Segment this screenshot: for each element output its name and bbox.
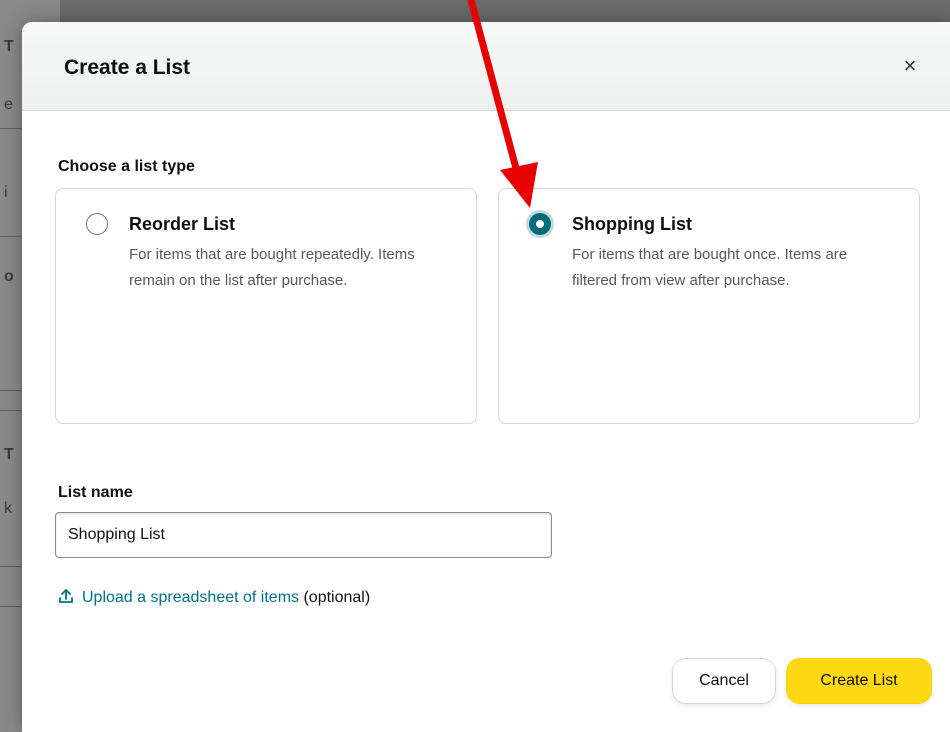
background-divider	[0, 128, 24, 129]
background-text-fragment: T	[4, 38, 14, 55]
reorder-list-description: For items that are bought repeatedly. It…	[129, 246, 415, 289]
upload-icon[interactable]	[58, 588, 74, 604]
shopping-list-description: For items that are bought once. Items ar…	[572, 246, 848, 289]
background-divider	[0, 566, 24, 567]
background-text-fragment: e	[4, 96, 13, 113]
dialog-title: Create a List	[64, 56, 191, 79]
background-text-fragment: o	[4, 268, 14, 285]
background-divider	[0, 606, 24, 607]
background-text-fragment: T	[4, 446, 14, 463]
list-type-label: Choose a list type	[58, 158, 195, 175]
upload-row: Upload a spreadsheet of items (optional)	[58, 588, 370, 607]
background-divider	[0, 390, 24, 391]
list-name-label: List name	[58, 484, 133, 501]
background-text-fragment: k	[4, 500, 12, 517]
create-list-button[interactable]: Create List	[786, 658, 932, 704]
create-list-dialog: Create a List × Choose a list type Reord…	[22, 22, 950, 732]
upload-spreadsheet-link[interactable]: Upload a spreadsheet of items	[82, 589, 299, 606]
shopping-list-radio[interactable]	[529, 213, 551, 235]
dialog-header: Create a List ×	[22, 22, 950, 111]
list-name-input[interactable]	[55, 512, 552, 558]
reorder-list-radio[interactable]	[86, 213, 108, 235]
background-text-fragment: i	[4, 184, 8, 201]
reorder-list-title: Reorder List	[129, 214, 236, 234]
background-divider	[0, 236, 24, 237]
shopping-list-option[interactable]: Shopping List For items that are bought …	[498, 188, 920, 424]
close-icon[interactable]: ×	[898, 54, 922, 78]
upload-optional-label: (optional)	[303, 589, 371, 606]
cancel-button[interactable]: Cancel	[672, 658, 776, 704]
shopping-list-title: Shopping List	[572, 214, 692, 234]
reorder-list-option[interactable]: Reorder List For items that are bought r…	[55, 188, 477, 424]
background-divider	[0, 410, 24, 411]
